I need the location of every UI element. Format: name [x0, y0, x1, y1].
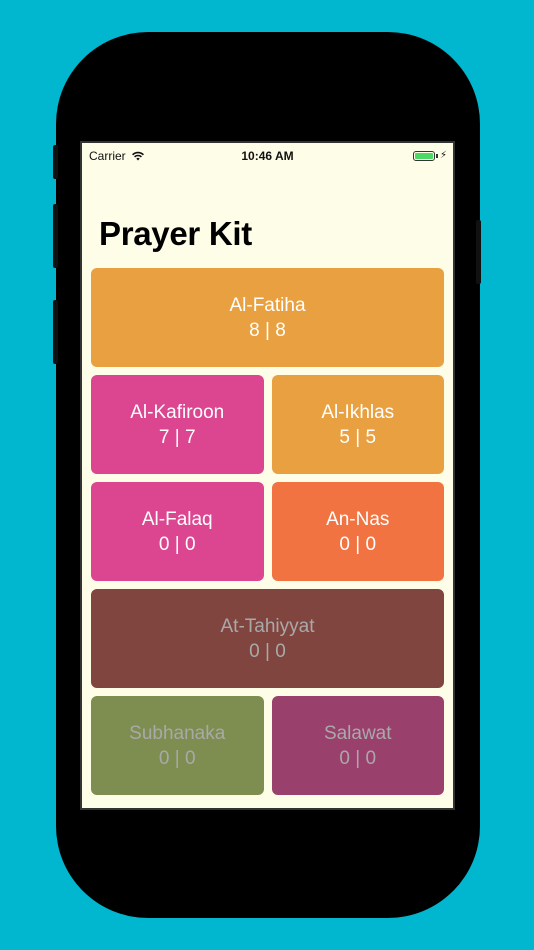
volume-up-button	[53, 204, 58, 268]
status-bar: Carrier 10:46 AM ⚡	[82, 143, 453, 167]
tile-count: 0 | 0	[158, 747, 196, 769]
tile-al-falaq[interactable]: Al-Falaq 0 | 0	[91, 482, 264, 581]
battery-body	[412, 150, 435, 161]
tile-name: Al-Ikhlas	[321, 401, 395, 423]
tile-name: Al-Kafiroon	[130, 401, 225, 423]
app-screen: Carrier 10:46 AM ⚡ Prayer Kit Al-Fatiha …	[82, 143, 453, 808]
tile-count: 0 | 0	[249, 640, 286, 662]
tile-name: At-Tahiyyat	[220, 615, 315, 637]
tile-count: 0 | 0	[158, 533, 196, 555]
charging-bolt-icon: ⚡	[439, 150, 447, 161]
battery-tip	[435, 153, 438, 158]
grid-row: Al-Falaq 0 | 0 An-Nas 0 | 0	[91, 482, 444, 581]
grid-row: At-Tahiyyat 0 | 0	[91, 589, 444, 688]
tile-name: Al-Falaq	[141, 508, 213, 530]
battery-icon: ⚡	[412, 150, 447, 161]
tile-salawat[interactable]: Salawat 0 | 0	[271, 696, 444, 795]
tile-count: 0 | 0	[339, 747, 377, 769]
tile-name: Al-Fatiha	[229, 294, 306, 316]
prayer-grid: Al-Fatiha 8 | 8 Al-Kafiroon 7 | 7 Al-Ikh…	[91, 268, 444, 803]
tile-name: Subhanaka	[129, 722, 226, 744]
volume-down-button	[53, 300, 58, 364]
tile-count: 7 | 7	[158, 426, 196, 448]
tile-name: Salawat	[323, 722, 392, 744]
page-title: Prayer Kit	[99, 215, 252, 252]
tile-al-kafiroon[interactable]: Al-Kafiroon 7 | 7	[91, 375, 264, 474]
power-button	[476, 220, 481, 284]
grid-row: Al-Fatiha 8 | 8	[91, 268, 444, 367]
tile-al-ikhlas[interactable]: Al-Ikhlas 5 | 5	[271, 375, 444, 474]
grid-row: Al-Kafiroon 7 | 7 Al-Ikhlas 5 | 5	[91, 375, 444, 474]
grid-row: Subhanaka 0 | 0 Salawat 0 | 0	[91, 696, 444, 795]
tile-subhanaka[interactable]: Subhanaka 0 | 0	[91, 696, 264, 795]
tile-count: 5 | 5	[339, 426, 377, 448]
battery-level	[414, 152, 433, 159]
tile-an-nas[interactable]: An-Nas 0 | 0	[271, 482, 444, 581]
tile-al-fatiha[interactable]: Al-Fatiha 8 | 8	[91, 268, 444, 367]
tile-at-tahiyyat[interactable]: At-Tahiyyat 0 | 0	[91, 589, 444, 688]
status-time: 10:46 AM	[241, 149, 294, 163]
mute-switch	[53, 145, 58, 179]
tile-count: 0 | 0	[339, 533, 377, 555]
tile-count: 8 | 8	[249, 319, 286, 341]
tile-name: An-Nas	[326, 508, 390, 530]
